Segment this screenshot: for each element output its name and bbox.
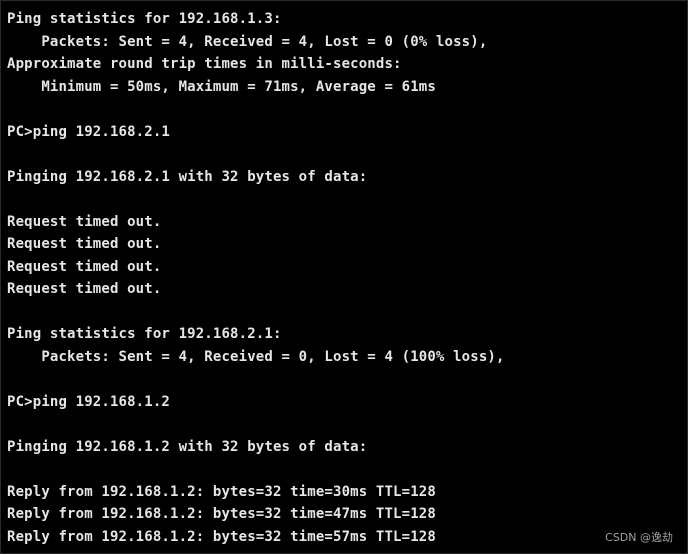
terminal-line: Approximate round trip times in milli-se… [7,56,402,72]
terminal-window[interactable]: Ping statistics for 192.168.1.3: Packets… [0,0,688,554]
terminal-line: Pinging 192.168.1.2 with 32 bytes of dat… [7,438,368,455]
terminal-line: Request timed out. [7,258,162,275]
terminal-line: Reply from 192.168.1.2: bytes=32 time=30… [7,483,436,500]
terminal-line: Ping statistics for 192.168.1.3: [7,11,282,27]
terminal-line: PC>ping 192.168.2.1 [7,123,170,140]
terminal-line: PC>ping 192.168.1.2 [7,393,170,410]
terminal-line: Request timed out. [7,213,162,230]
terminal-line: Ping statistics for 192.168.2.1: [7,326,282,342]
terminal-line: Request timed out. [7,281,162,297]
terminal-line: Reply from 192.168.1.2: bytes=32 time=57… [7,528,436,545]
terminal-line: Minimum = 50ms, Maximum = 71ms, Average … [7,78,436,95]
terminal-line: Reply from 192.168.1.2: bytes=32 time=47… [7,506,436,522]
terminal-line: Pinging 192.168.2.1 with 32 bytes of dat… [7,168,368,185]
terminal-line: Packets: Sent = 4, Received = 4, Lost = … [7,33,488,50]
terminal-line: Request timed out. [7,236,162,252]
csdn-watermark: CSDN @逸劫 [605,531,673,544]
terminal-line: Packets: Sent = 4, Received = 0, Lost = … [7,348,505,365]
terminal-output: Ping statistics for 192.168.1.3: Packets… [7,8,505,548]
